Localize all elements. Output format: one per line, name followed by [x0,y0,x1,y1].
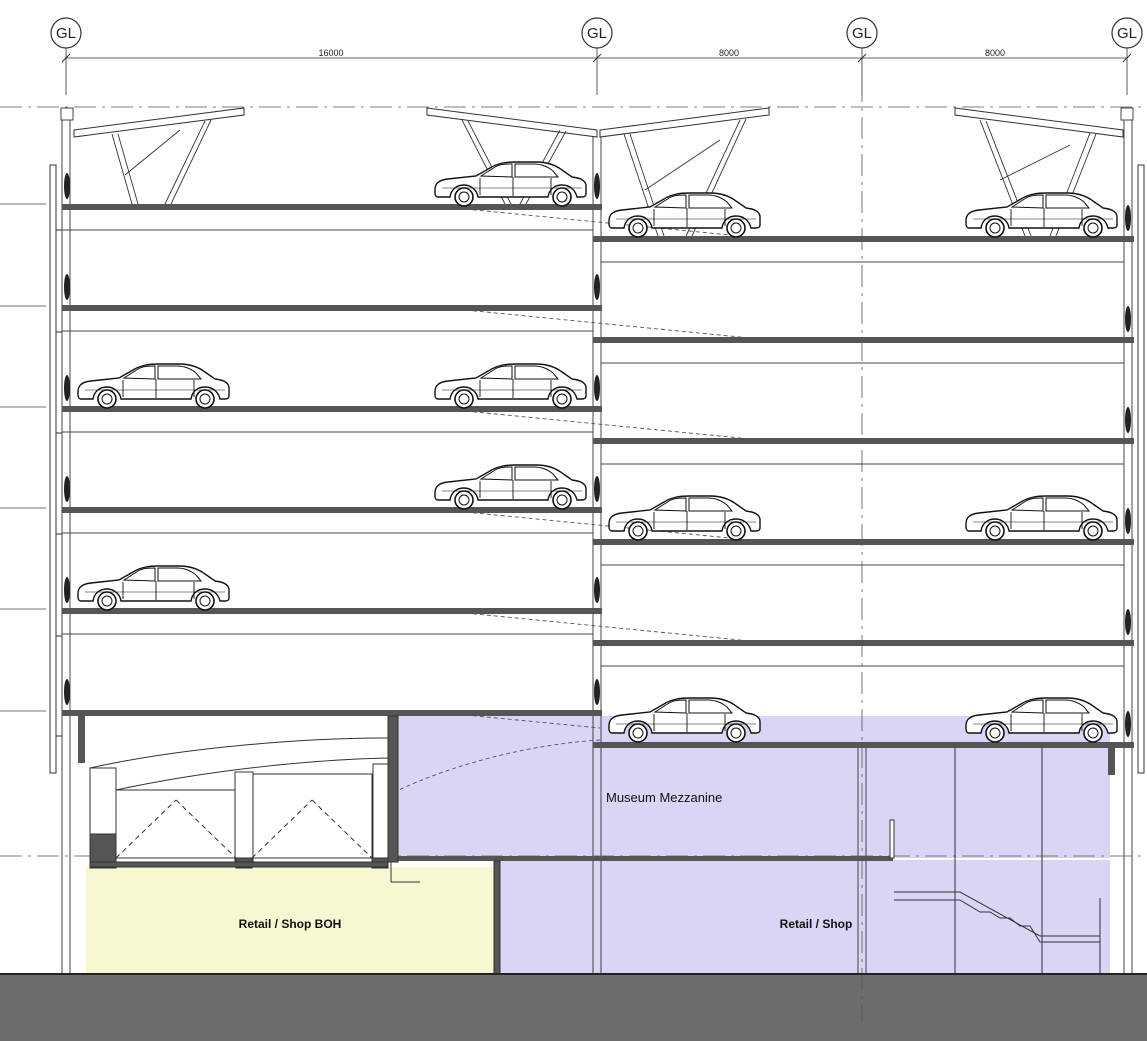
gridlines: GL GL GL GL 16000 8000 8000 [50,17,1143,95]
section-svg: GL GL GL GL 16000 8000 8000 Museum Mezza… [0,17,1147,1041]
gridline-label: GL [1117,25,1137,42]
parked-cars [77,161,1118,743]
dimension-label: 8000 [985,48,1005,58]
room-label-retail-boh: Retail / Shop BOH [239,917,342,931]
gridline-label: GL [587,25,607,42]
building-section-drawing: GL GL GL GL 16000 8000 8000 Museum Mezza… [0,0,1147,1041]
gridline-label: GL [56,25,76,42]
wheel-stops [64,173,1131,737]
dimension-label: 16000 [318,48,343,58]
room-label-museum-mezzanine: Museum Mezzanine [606,790,722,805]
dimension-label: 8000 [719,48,739,58]
car [434,363,587,409]
car [77,565,230,611]
car [965,495,1118,541]
car [77,363,230,409]
car [434,464,587,510]
ground-fill [0,974,1147,1041]
room-label-retail-shop: Retail / Shop [780,917,853,931]
gridline-label: GL [852,25,872,42]
level-ticks [0,203,46,712]
car [434,161,587,207]
car [965,192,1118,238]
roof-canopies [73,107,1124,237]
